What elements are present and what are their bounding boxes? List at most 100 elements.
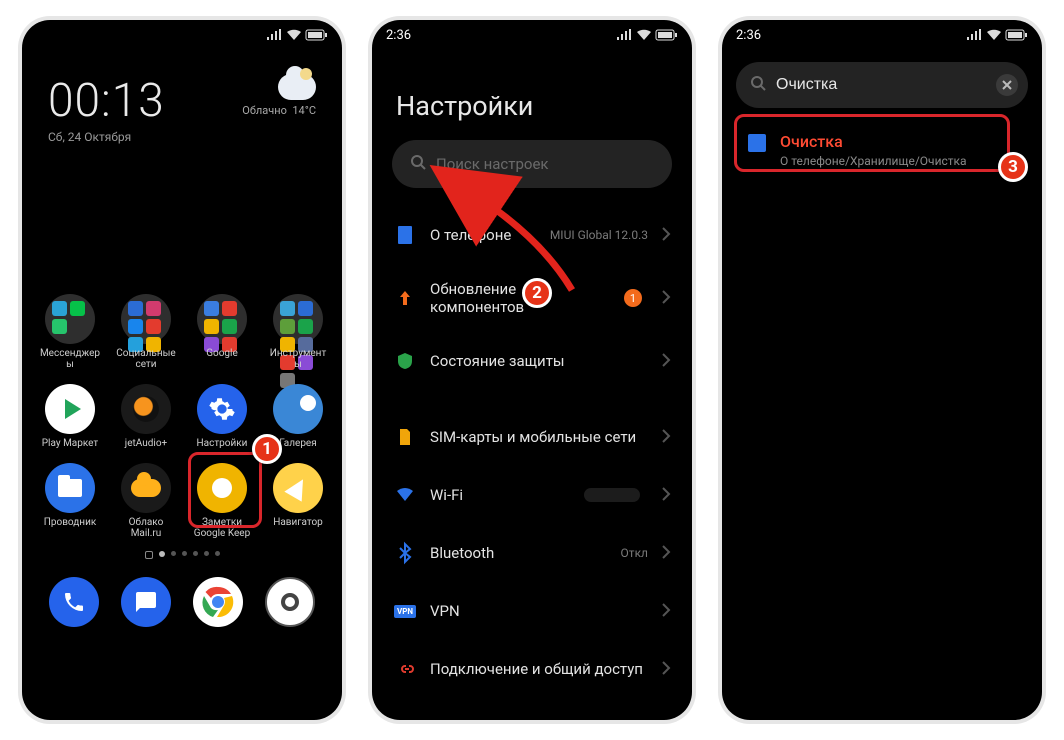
jet-icon bbox=[121, 384, 171, 434]
clock-widget[interactable]: 00:13 Сб, 24 Октября bbox=[48, 74, 165, 144]
settings-icon bbox=[197, 384, 247, 434]
app-shortcut[interactable]: jetAudio+ bbox=[110, 384, 182, 449]
msg-icon bbox=[121, 577, 171, 627]
search-icon bbox=[750, 75, 766, 95]
app-shortcut[interactable]: Play Маркет bbox=[34, 384, 106, 449]
settings-item-sim[interactable]: SIM-карты и мобильные сети bbox=[392, 408, 672, 466]
message-icon bbox=[134, 590, 158, 614]
battery-icon bbox=[656, 29, 678, 41]
sim-icon bbox=[394, 428, 416, 446]
keep-icon bbox=[197, 463, 247, 513]
phone-icon bbox=[49, 577, 99, 627]
app-shortcut[interactable]: Проводник bbox=[34, 463, 106, 539]
shield-icon bbox=[394, 352, 416, 370]
app-folder-row: Мессенджер ы Социальные сети Google Инструм… bbox=[22, 294, 342, 370]
status-icons bbox=[966, 29, 1028, 41]
signal-icon bbox=[266, 29, 282, 41]
settings-item-vpn[interactable]: VPNVPN bbox=[392, 582, 672, 640]
update-icon bbox=[394, 289, 416, 307]
messages-app[interactable] bbox=[110, 577, 182, 627]
settings-search[interactable]: Поиск настроек bbox=[392, 140, 672, 188]
signal-icon bbox=[966, 29, 982, 41]
phone-app[interactable] bbox=[38, 577, 110, 627]
search-icon bbox=[410, 154, 426, 174]
app-folder[interactable]: Google bbox=[186, 294, 258, 370]
annotation-badge-1: 1 bbox=[252, 434, 282, 464]
wifi-name-obscured bbox=[584, 488, 640, 502]
weather-desc: Облачно bbox=[242, 104, 287, 117]
settings-item-link[interactable]: Подключение и общий доступ bbox=[392, 640, 672, 698]
page-dot bbox=[215, 551, 220, 556]
app-label: Навигатор bbox=[273, 517, 323, 528]
weather-widget[interactable]: Облачно 14°C bbox=[242, 74, 316, 117]
settings-item-about[interactable]: О телефоне MIUI Global 12.0.3 bbox=[392, 206, 672, 264]
app-folder[interactable]: Инструмент ы bbox=[262, 294, 334, 370]
app-folder[interactable]: Мессенджер ы bbox=[34, 294, 106, 370]
status-icons bbox=[266, 29, 328, 41]
chevron-right-icon bbox=[662, 428, 670, 447]
link-icon bbox=[394, 660, 416, 678]
app-shortcut[interactable]: Навигатор bbox=[262, 463, 334, 539]
folder-icon bbox=[121, 294, 171, 344]
settings-item-title: Обновление компонентов bbox=[430, 280, 610, 316]
settings-item-bt[interactable]: BluetoothОткл bbox=[392, 524, 672, 582]
search-input[interactable] bbox=[776, 76, 986, 94]
camera-app[interactable] bbox=[254, 577, 326, 627]
app-row-2: Play МаркетjetAudio+НастройкиГалерея bbox=[22, 384, 342, 449]
gear-icon bbox=[208, 395, 236, 423]
home-widgets: 00:13 Сб, 24 Октября Облачно 14°C bbox=[22, 50, 342, 144]
chrome-icon bbox=[202, 586, 234, 618]
app-shortcut[interactable]: Настройки bbox=[186, 384, 258, 449]
chrome-icon bbox=[193, 577, 243, 627]
search-result-item[interactable]: Очистка О телефоне/Хранилище/Очистка bbox=[736, 122, 1028, 180]
page-indicator[interactable] bbox=[22, 551, 342, 559]
app-label: Заметки Google Keep bbox=[194, 517, 250, 539]
app-label: Google bbox=[206, 348, 238, 359]
app-shortcut[interactable]: Заметки Google Keep bbox=[186, 463, 258, 539]
app-label: Настройки bbox=[197, 438, 248, 449]
statusbar-time: 2:36 bbox=[736, 28, 761, 43]
status-icons bbox=[616, 29, 678, 41]
app-folder[interactable]: Социальные сети bbox=[110, 294, 182, 370]
home-page-dot bbox=[145, 551, 153, 559]
app-label: Мессенджер ы bbox=[40, 348, 100, 370]
folder-icon bbox=[45, 294, 95, 344]
settings-item-shield[interactable]: Состояние защиты bbox=[392, 332, 672, 390]
settings-item-wifi[interactable]: Wi-Fi bbox=[392, 466, 672, 524]
page-title: Настройки bbox=[396, 90, 672, 122]
settings-item-title: О телефоне bbox=[430, 226, 536, 244]
chrome-app[interactable] bbox=[182, 577, 254, 627]
signal-icon bbox=[616, 29, 632, 41]
page-dot bbox=[204, 551, 209, 556]
dock bbox=[22, 577, 342, 647]
app-label: Инструмент ы bbox=[270, 348, 327, 370]
vpn-icon: VPN bbox=[394, 605, 416, 618]
page-dot bbox=[193, 551, 198, 556]
chevron-right-icon bbox=[662, 486, 670, 505]
chevron-right-icon bbox=[662, 602, 670, 621]
settings-item-meta: MIUI Global 12.0.3 bbox=[550, 228, 648, 242]
settings-search[interactable] bbox=[736, 62, 1028, 108]
result-title: Очистка bbox=[780, 132, 967, 151]
bt-icon bbox=[394, 544, 416, 562]
settings-item-title: Wi-Fi bbox=[430, 486, 570, 504]
folder-icon bbox=[45, 463, 95, 513]
play-icon bbox=[45, 384, 95, 434]
page-dot bbox=[182, 551, 187, 556]
chevron-right-icon bbox=[662, 544, 670, 563]
app-shortcut[interactable]: Облако Mail.ru bbox=[110, 463, 182, 539]
search-placeholder: Поиск настроек bbox=[436, 155, 549, 173]
folder-icon bbox=[197, 294, 247, 344]
result-path: О телефоне/Хранилище/Очистка bbox=[780, 154, 967, 168]
close-icon bbox=[1002, 80, 1012, 90]
settings-item-meta: Откл bbox=[621, 546, 648, 560]
wifi-icon bbox=[636, 29, 652, 41]
chevron-right-icon bbox=[662, 352, 670, 371]
phone-icon bbox=[62, 590, 86, 614]
clear-search-button[interactable] bbox=[996, 74, 1018, 96]
app-label: Социальные сети bbox=[116, 348, 175, 370]
app-label: Play Маркет bbox=[42, 438, 99, 449]
chevron-right-icon bbox=[662, 289, 670, 308]
statusbar-time: 2:36 bbox=[386, 28, 411, 43]
app-label: Проводник bbox=[44, 517, 97, 528]
